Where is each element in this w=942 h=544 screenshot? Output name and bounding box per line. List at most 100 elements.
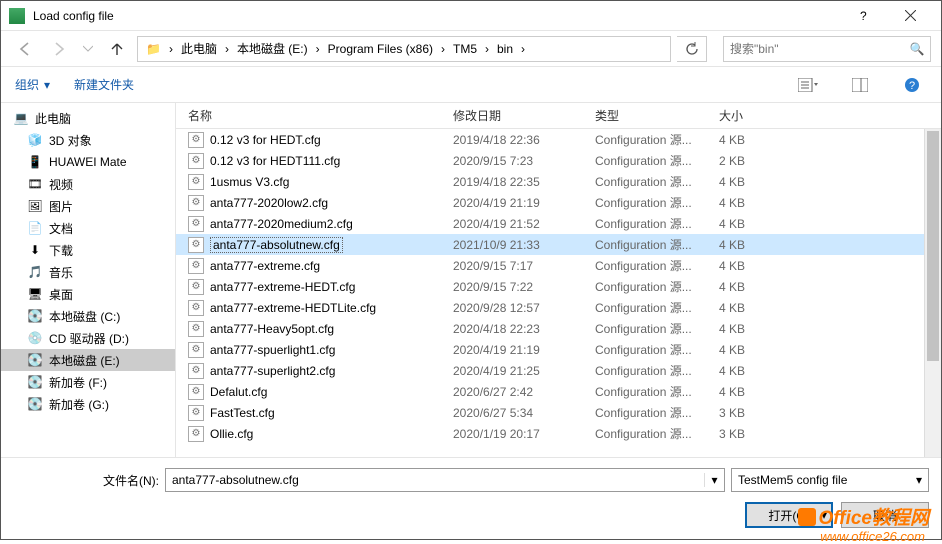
folder-icon[interactable]: 📁 [140, 37, 167, 61]
search-input[interactable]: 🔍 [723, 36, 931, 62]
sidebar-item[interactable]: 🖼图片 [1, 195, 175, 217]
file-row[interactable]: 1usmus V3.cfg2019/4/18 22:35Configuratio… [176, 171, 941, 192]
file-date: 2019/4/18 22:36 [449, 133, 591, 147]
sidebar-root[interactable]: 💻 此电脑 [1, 107, 175, 129]
sidebar-item-label: 新加卷 (F:) [49, 374, 107, 391]
file-type: Configuration 源... [591, 131, 715, 148]
breadcrumb-seg-0[interactable]: 此电脑 [175, 37, 223, 61]
config-file-icon [188, 258, 204, 274]
refresh-button[interactable] [677, 36, 707, 62]
breadcrumb-seg-3[interactable]: TM5 [447, 37, 483, 61]
file-row[interactable]: anta777-Heavy5opt.cfg2020/4/18 22:23Conf… [176, 318, 941, 339]
file-size: 4 KB [715, 217, 825, 231]
chevron-right-icon[interactable]: › [519, 37, 527, 61]
file-type: Configuration 源... [591, 152, 715, 169]
breadcrumb-seg-4[interactable]: bin [491, 37, 519, 61]
filename-input[interactable]: ▾ [165, 468, 725, 492]
config-file-icon [188, 384, 204, 400]
file-row[interactable]: Defalut.cfg2020/6/27 2:42Configuration 源… [176, 381, 941, 402]
sidebar-item[interactable]: 📱HUAWEI Mate [1, 151, 175, 173]
sidebar-item[interactable]: 💽本地磁盘 (E:) [1, 349, 175, 371]
back-button[interactable] [11, 36, 39, 62]
file-row[interactable]: anta777-extreme-HEDT.cfg2020/9/15 7:22Co… [176, 276, 941, 297]
disk-icon: 💽 [27, 308, 43, 324]
forward-button[interactable] [45, 36, 73, 62]
help-icon[interactable]: ? [897, 77, 927, 93]
sidebar-item[interactable]: 🎞视频 [1, 173, 175, 195]
file-row[interactable]: 0.12 v3 for HEDT.cfg2019/4/18 22:36Confi… [176, 129, 941, 150]
file-type: Configuration 源... [591, 194, 715, 211]
filename-label: 文件名(N): [103, 472, 159, 489]
sidebar-item[interactable]: 🎵 音乐 [1, 261, 175, 283]
cancel-button[interactable]: 取消 [841, 502, 929, 528]
new-folder-button[interactable]: 新建文件夹 [74, 76, 134, 93]
config-file-icon [188, 153, 204, 169]
close-button[interactable] [887, 1, 933, 31]
file-type: Configuration 源... [591, 425, 715, 442]
config-file-icon [188, 321, 204, 337]
file-date: 2020/9/15 7:22 [449, 280, 591, 294]
download-icon: ⬇ [27, 242, 43, 258]
breadcrumb[interactable]: 📁 › 此电脑 › 本地磁盘 (E:) › Program Files (x86… [137, 36, 671, 62]
column-headers: 名称 修改日期 类型 大小 [176, 103, 941, 129]
preview-pane-button[interactable] [845, 78, 875, 92]
col-name[interactable]: 名称 [176, 103, 441, 128]
file-row[interactable]: anta777-extreme.cfg2020/9/15 7:17Configu… [176, 255, 941, 276]
file-row[interactable]: anta777-spuerlight1.cfg2020/4/19 21:19Co… [176, 339, 941, 360]
filename-dropdown[interactable]: ▾ [704, 473, 724, 487]
help-button[interactable]: ? [841, 1, 887, 31]
sidebar-item[interactable]: 🧊3D 对象 [1, 129, 175, 151]
disk-icon: 💽 [27, 396, 43, 412]
sidebar-item[interactable]: 💿CD 驱动器 (D:) [1, 327, 175, 349]
sidebar-item[interactable]: ⬇下载 [1, 239, 175, 261]
organize-menu[interactable]: 组织▾ [15, 76, 52, 93]
col-date[interactable]: 修改日期 [441, 103, 583, 128]
file-row[interactable]: FastTest.cfg2020/6/27 5:34Configuration … [176, 402, 941, 423]
sidebar-item[interactable]: 💽新加卷 (F:) [1, 371, 175, 393]
sidebar-item[interactable]: 📄文档 [1, 217, 175, 239]
file-size: 4 KB [715, 364, 825, 378]
chevron-right-icon[interactable]: › [167, 37, 175, 61]
open-split-dropdown[interactable]: ▾ [821, 508, 827, 522]
file-type: Configuration 源... [591, 236, 715, 253]
config-file-icon [188, 237, 204, 253]
scrollbar[interactable] [924, 129, 941, 457]
sidebar-item[interactable]: 🖥桌面 [1, 283, 175, 305]
open-button[interactable]: 打开(O) ▾ [745, 502, 833, 528]
config-file-icon [188, 405, 204, 421]
up-button[interactable] [103, 36, 131, 62]
file-row[interactable]: Ollie.cfg2020/1/19 20:17Configuration 源.… [176, 423, 941, 444]
file-name: anta777-extreme.cfg [210, 259, 320, 273]
sidebar[interactable]: 💻 此电脑 🧊3D 对象📱HUAWEI Mate🎞视频🖼图片📄文档⬇下载 🎵 音乐 🖥… [1, 103, 176, 457]
file-row[interactable]: anta777-2020medium2.cfg2020/4/19 21:52Co… [176, 213, 941, 234]
sidebar-item[interactable]: 💽新加卷 (G:) [1, 393, 175, 415]
col-size[interactable]: 大小 [707, 103, 837, 128]
file-row[interactable]: 0.12 v3 for HEDT111.cfg2020/9/15 7:23Con… [176, 150, 941, 171]
chevron-right-icon[interactable]: › [223, 37, 231, 61]
col-type[interactable]: 类型 [583, 103, 707, 128]
breadcrumb-seg-1[interactable]: 本地磁盘 (E:) [231, 37, 314, 61]
music-icon: 🎵 [27, 264, 43, 280]
sidebar-item-label: 音乐 [49, 264, 73, 281]
view-options-button[interactable] [793, 78, 823, 92]
chevron-right-icon[interactable]: › [483, 37, 491, 61]
filename-field[interactable] [166, 473, 704, 487]
file-list[interactable]: 0.12 v3 for HEDT.cfg2019/4/18 22:36Confi… [176, 129, 941, 457]
file-row[interactable]: anta777-absolutnew.cfg2021/10/9 21:33Con… [176, 234, 941, 255]
search-field[interactable] [724, 42, 904, 56]
file-row[interactable]: anta777-superlight2.cfg2020/4/19 21:25Co… [176, 360, 941, 381]
recent-dropdown[interactable] [79, 36, 97, 62]
sidebar-item[interactable]: 💽 本地磁盘 (C:) [1, 305, 175, 327]
chevron-right-icon[interactable]: › [439, 37, 447, 61]
chevron-right-icon[interactable]: › [314, 37, 322, 61]
file-type: Configuration 源... [591, 215, 715, 232]
computer-icon: 💻 [13, 110, 29, 126]
file-size: 4 KB [715, 322, 825, 336]
sidebar-item-label: 本地磁盘 (C:) [49, 308, 120, 325]
file-type: Configuration 源... [591, 173, 715, 190]
file-row[interactable]: anta777-extreme-HEDTLite.cfg2020/9/28 12… [176, 297, 941, 318]
breadcrumb-seg-2[interactable]: Program Files (x86) [322, 37, 439, 61]
search-icon[interactable]: 🔍 [904, 42, 930, 56]
filetype-filter[interactable]: TestMem5 config file ▾ [731, 468, 929, 492]
file-row[interactable]: anta777-2020low2.cfg2020/4/19 21:19Confi… [176, 192, 941, 213]
